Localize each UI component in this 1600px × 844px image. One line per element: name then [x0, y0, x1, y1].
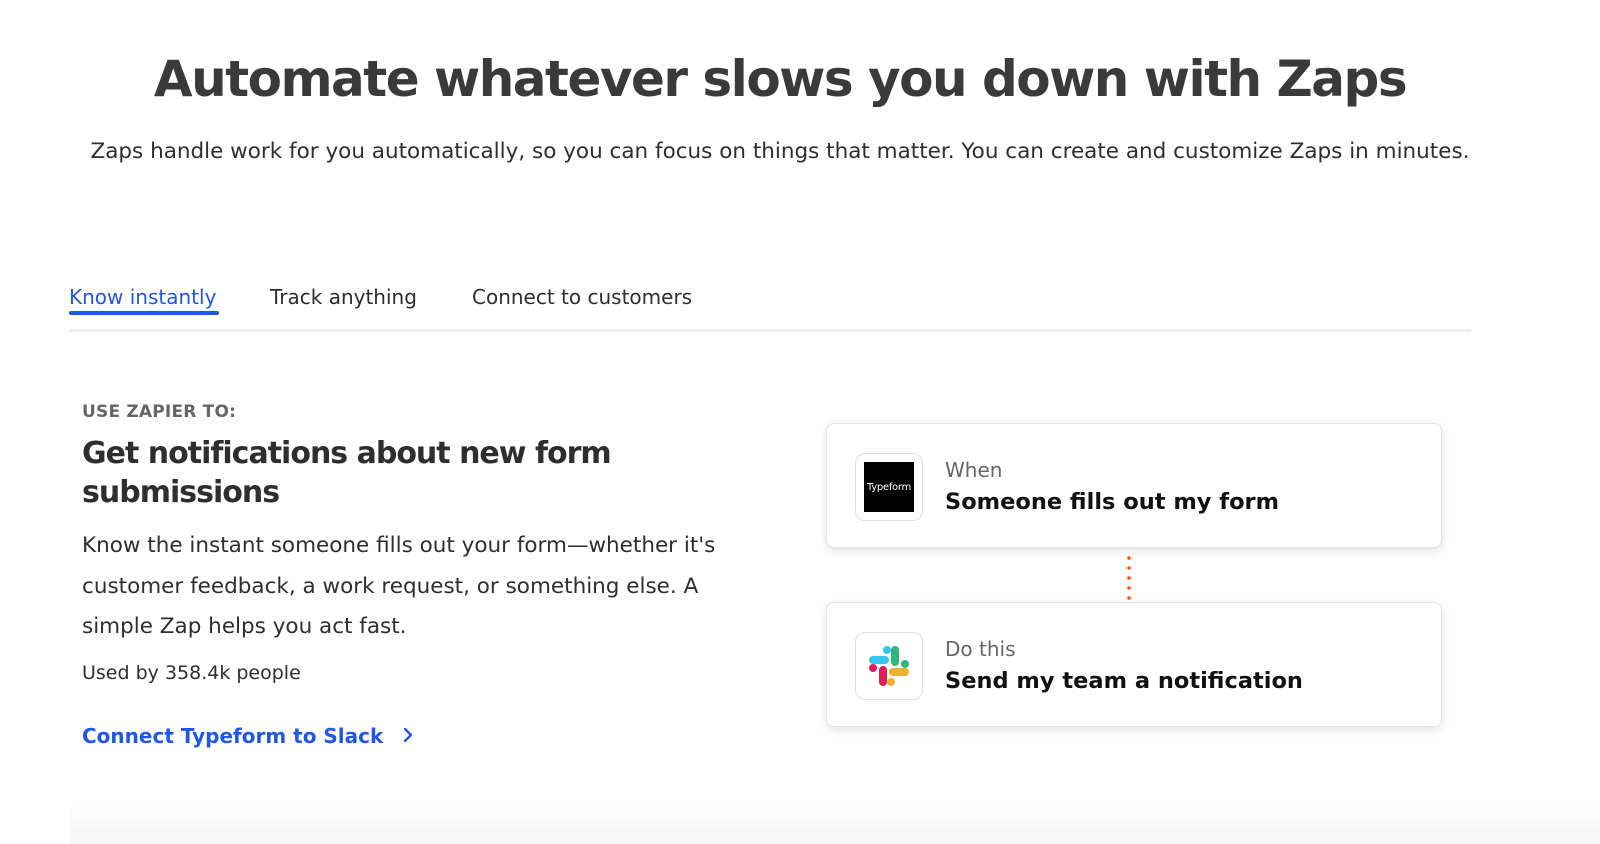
step-action: Send my team a notification	[945, 668, 1303, 694]
connect-typeform-slack-link[interactable]: Connect Typeform to Slack	[82, 724, 413, 748]
page-subtitle: Zaps handle work for you automatically, …	[90, 139, 1470, 164]
link-label: Connect Typeform to Slack	[82, 724, 384, 748]
tab-label: Track anything	[270, 285, 417, 309]
section-eyebrow: USE ZAPIER TO:	[82, 402, 237, 422]
page-title: Automate whatever slows you down with Za…	[153, 50, 1408, 108]
tab-know-instantly[interactable]: Know instantly	[69, 282, 219, 315]
chevron-right-icon	[403, 724, 413, 748]
tab-bar: Know instantly Track anything Connect to…	[69, 270, 1471, 332]
zap-action-step: Do this Send my team a notification	[826, 602, 1442, 727]
step-connector	[1127, 556, 1131, 600]
step-label: Do this	[945, 637, 1016, 661]
tab-track-anything[interactable]: Track anything	[270, 282, 417, 312]
step-action: Someone fills out my form	[945, 489, 1280, 515]
zap-trigger-step: Typeform When Someone fills out my form	[826, 423, 1442, 548]
active-tab-indicator	[69, 311, 219, 315]
tab-label: Connect to customers	[472, 285, 693, 309]
use-case-description: Know the instant someone fills out your …	[82, 533, 716, 639]
typeform-icon: Typeform	[855, 453, 923, 521]
tab-connect-to-customers[interactable]: Connect to customers	[472, 282, 692, 312]
slack-logo	[869, 646, 909, 686]
section-divider-shadow	[70, 800, 1600, 844]
typeform-logo: Typeform	[864, 462, 914, 512]
usage-count: Used by 358.4k people	[82, 662, 301, 684]
step-label: When	[945, 458, 1003, 482]
slack-icon	[855, 632, 923, 700]
tab-label: Know instantly	[69, 285, 217, 309]
use-case-title: Get notifications about new form submiss…	[82, 436, 612, 510]
